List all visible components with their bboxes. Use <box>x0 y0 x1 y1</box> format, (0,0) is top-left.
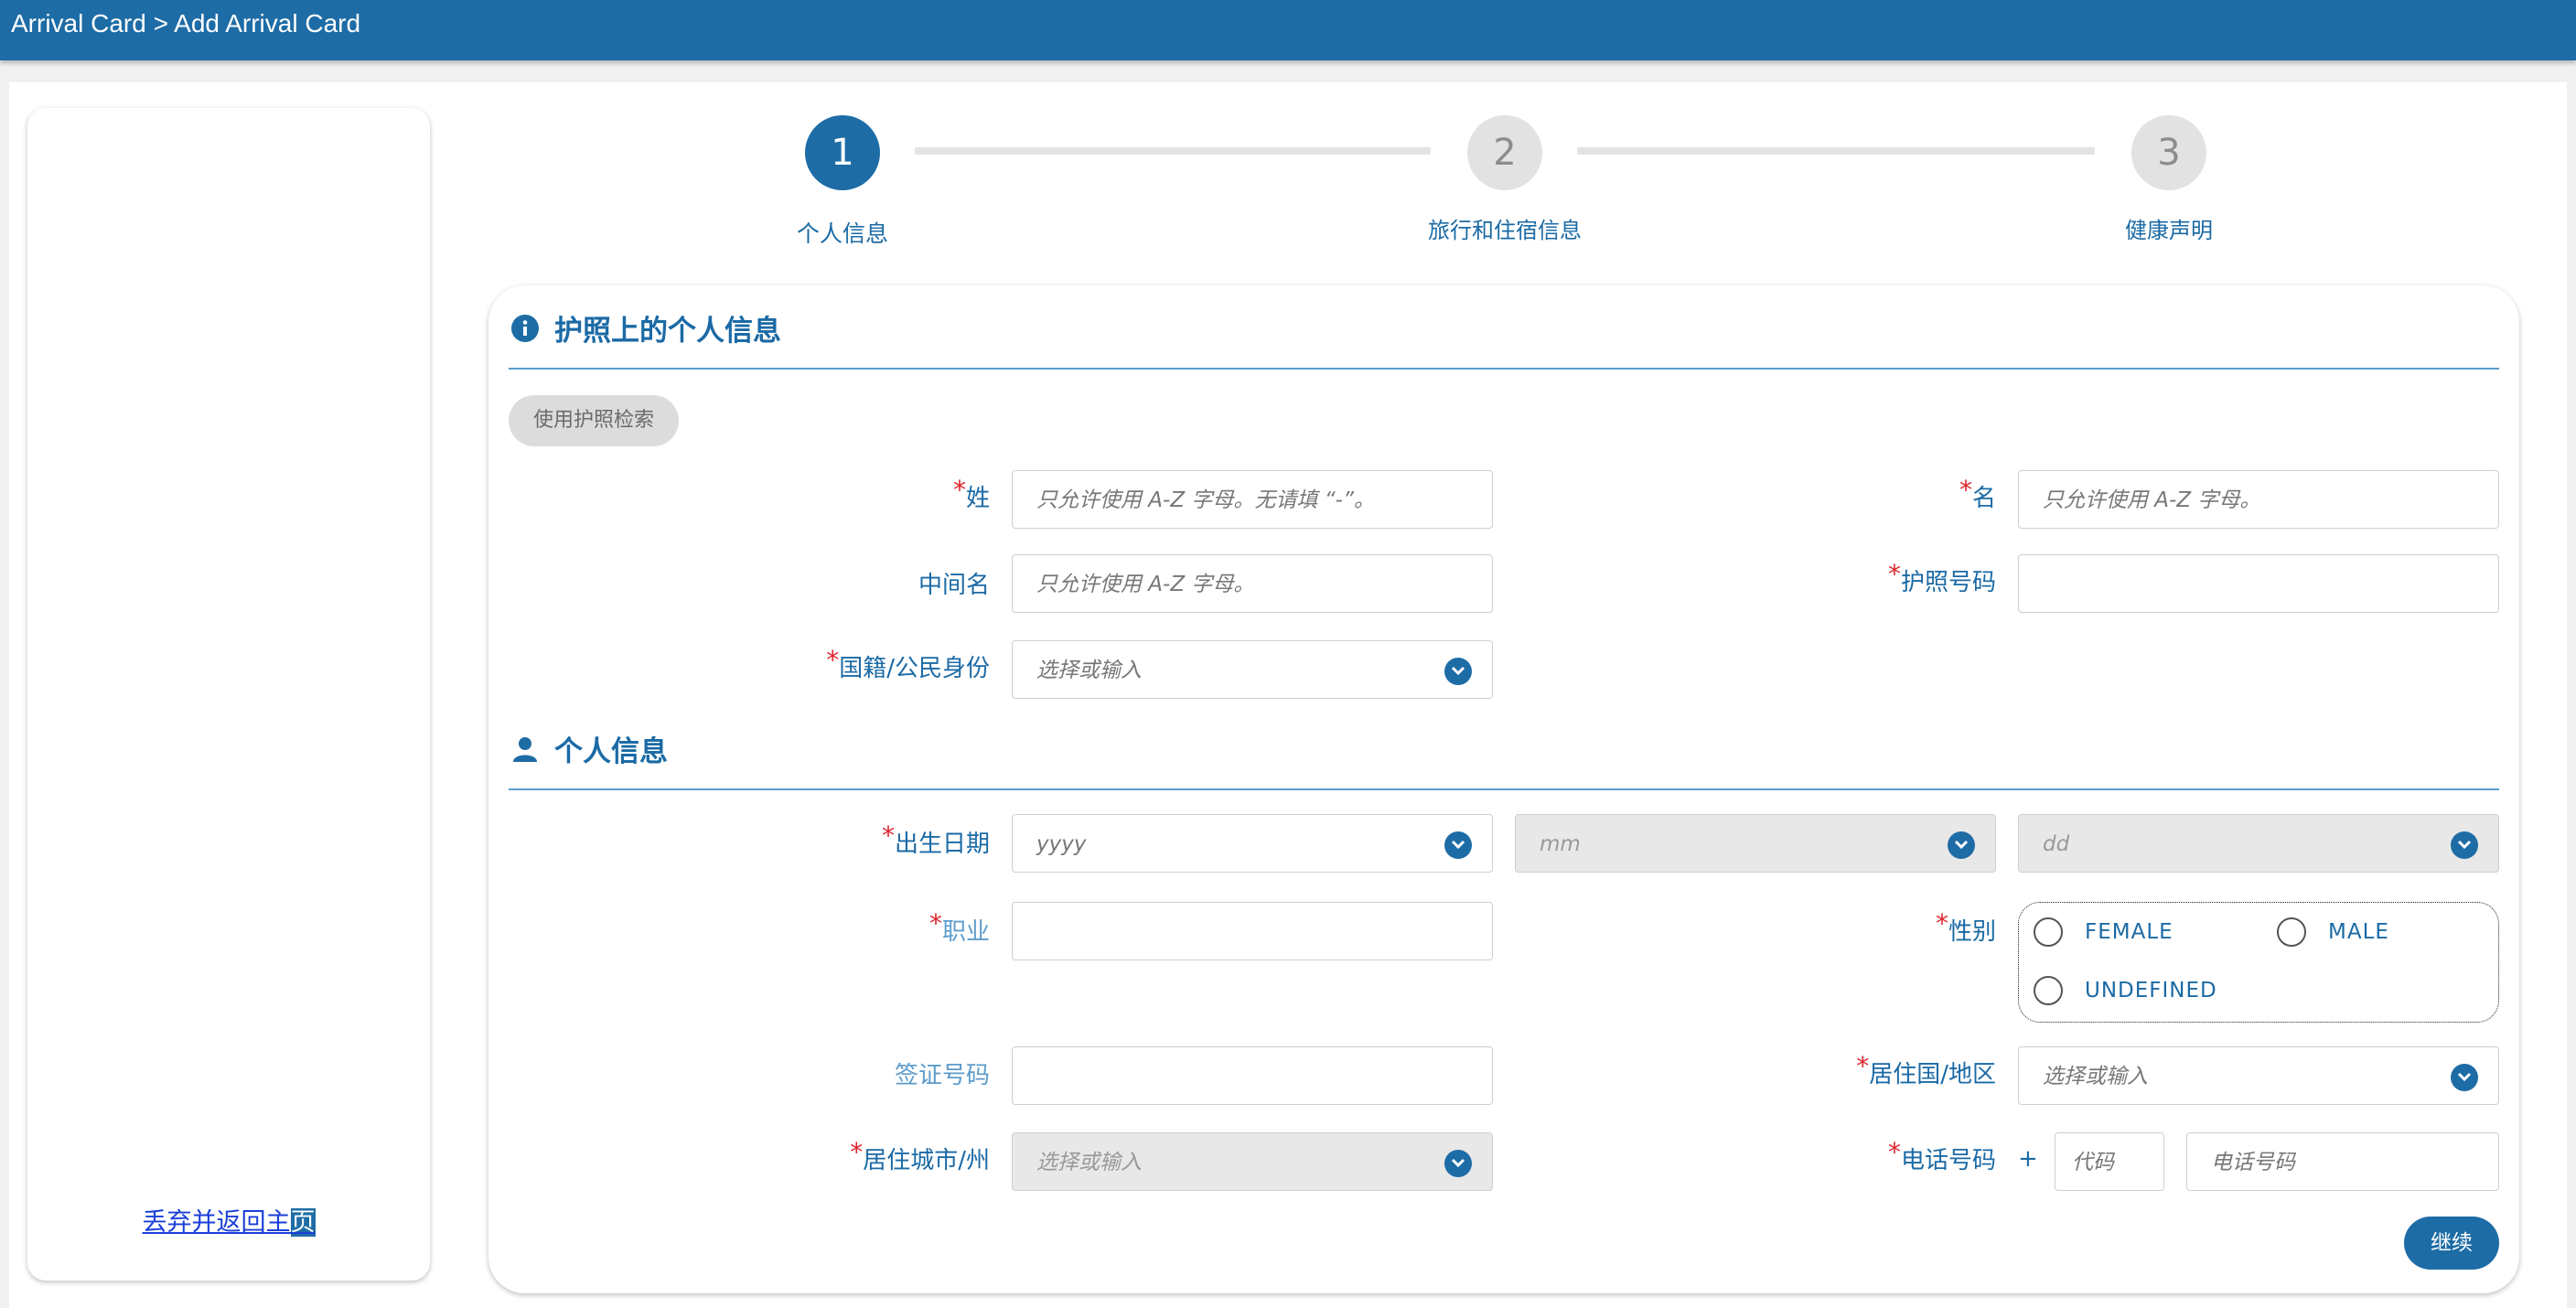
passport-search-button[interactable]: 使用护照检索 <box>509 395 679 446</box>
residence-city-placeholder: 选择或输入 <box>1036 1151 1142 1174</box>
passport-section-title-text: 护照上的个人信息 <box>554 315 781 348</box>
step-3-label: 健康声明 <box>2125 218 2213 243</box>
gender-undefined-radio[interactable]: UNDEFINED <box>2034 976 2217 1005</box>
given-name-input[interactable]: 只允许使用 A-Z 字母。 <box>2018 470 2499 529</box>
chevron-down-icon <box>2451 831 2478 859</box>
dob-day-placeholder: dd <box>2043 832 2070 856</box>
middle-name-label: 中间名 <box>918 572 990 599</box>
chevron-down-icon <box>1444 658 1472 685</box>
nationality-label: *国籍/公民身份 <box>826 645 990 682</box>
phone-label: *电话号码 <box>1887 1137 1996 1174</box>
passport-section-title: 护照上的个人信息 <box>510 307 781 348</box>
gender-radio-group: FEMALE MALE UNDEFINED <box>2018 902 2499 1023</box>
residence-country-select[interactable]: 选择或输入 <box>2018 1046 2499 1105</box>
step-3-circle[interactable]: 3 <box>2131 115 2206 190</box>
residence-country-label: *居住国/地区 <box>1856 1051 1996 1088</box>
surname-label: *姓 <box>952 475 990 512</box>
personal-section-title: 个人信息 <box>510 728 668 769</box>
discard-link-text: 丢弃并返回主 <box>142 1208 291 1237</box>
continue-button[interactable]: 继续 <box>2404 1217 2499 1270</box>
occupation-label: *职业 <box>928 908 990 946</box>
dob-year-placeholder: yyyy <box>1036 832 1087 856</box>
discard-and-return-home-link[interactable]: 丢弃并返回主页 <box>27 1202 430 1238</box>
surname-input[interactable]: 只允许使用 A-Z 字母。无请填 “-”。 <box>1012 470 1493 529</box>
gender-female-radio[interactable]: FEMALE <box>2034 917 2174 947</box>
phone-plus-sign: + <box>2018 1145 2038 1173</box>
step-2-circle[interactable]: 2 <box>1467 115 1542 190</box>
step-connector-2 <box>1577 147 2095 155</box>
middle-name-input[interactable]: 只允许使用 A-Z 字母。 <box>1012 554 1493 613</box>
nationality-placeholder: 选择或输入 <box>1036 659 1142 682</box>
chevron-down-icon <box>1948 831 1975 859</box>
chevron-down-icon <box>1444 831 1472 859</box>
visa-number-label: 签证号码 <box>894 1062 990 1089</box>
sidebar: 丢弃并返回主页 <box>27 108 430 1281</box>
dob-year-select[interactable]: yyyy <box>1012 814 1493 873</box>
step-1-circle[interactable]: 1 <box>805 115 880 190</box>
gender-label: *性别 <box>1935 908 1996 946</box>
passport-number-label: *护照号码 <box>1887 559 1996 596</box>
top-bar: Arrival Card > Add Arrival Card <box>0 0 2576 60</box>
step-connector-1 <box>915 147 1431 155</box>
phone-code-input[interactable]: 代码 <box>2055 1132 2164 1191</box>
occupation-input[interactable] <box>1012 902 1493 960</box>
residence-country-placeholder: 选择或输入 <box>2043 1065 2148 1088</box>
radio-circle-icon <box>2034 976 2063 1005</box>
discard-link-highlight: 页 <box>290 1208 316 1237</box>
dob-day-select[interactable]: dd <box>2018 814 2499 873</box>
residence-city-label: *居住城市/州 <box>850 1137 990 1174</box>
visa-number-input[interactable] <box>1012 1046 1493 1105</box>
progress-stepper: 1 2 3 个人信息 旅行和住宿信息 健康声明 <box>485 110 2516 256</box>
nationality-select[interactable]: 选择或输入 <box>1012 640 1493 699</box>
passport-number-input[interactable] <box>2018 554 2499 613</box>
chevron-down-icon <box>1444 1150 1472 1177</box>
radio-circle-icon <box>2277 917 2306 947</box>
personal-section-divider <box>509 788 2499 790</box>
info-icon <box>510 314 540 343</box>
passport-section-divider <box>509 368 2499 370</box>
personal-section-title-text: 个人信息 <box>554 735 668 768</box>
person-icon <box>510 734 540 764</box>
dob-month-select[interactable]: mm <box>1515 814 1996 873</box>
phone-number-input[interactable]: 电话号码 <box>2186 1132 2499 1191</box>
dob-month-placeholder: mm <box>1540 832 1581 856</box>
chevron-down-icon <box>2451 1064 2478 1091</box>
gender-male-radio[interactable]: MALE <box>2277 917 2389 947</box>
residence-city-select[interactable]: 选择或输入 <box>1012 1132 1493 1191</box>
dob-label: *出生日期 <box>881 820 990 858</box>
breadcrumb: Arrival Card > Add Arrival Card <box>11 9 361 38</box>
step-2-label: 旅行和住宿信息 <box>1428 218 1582 243</box>
step-1-label: 个人信息 <box>796 220 888 247</box>
radio-circle-icon <box>2034 917 2063 947</box>
given-name-label: *名 <box>1959 475 1996 512</box>
